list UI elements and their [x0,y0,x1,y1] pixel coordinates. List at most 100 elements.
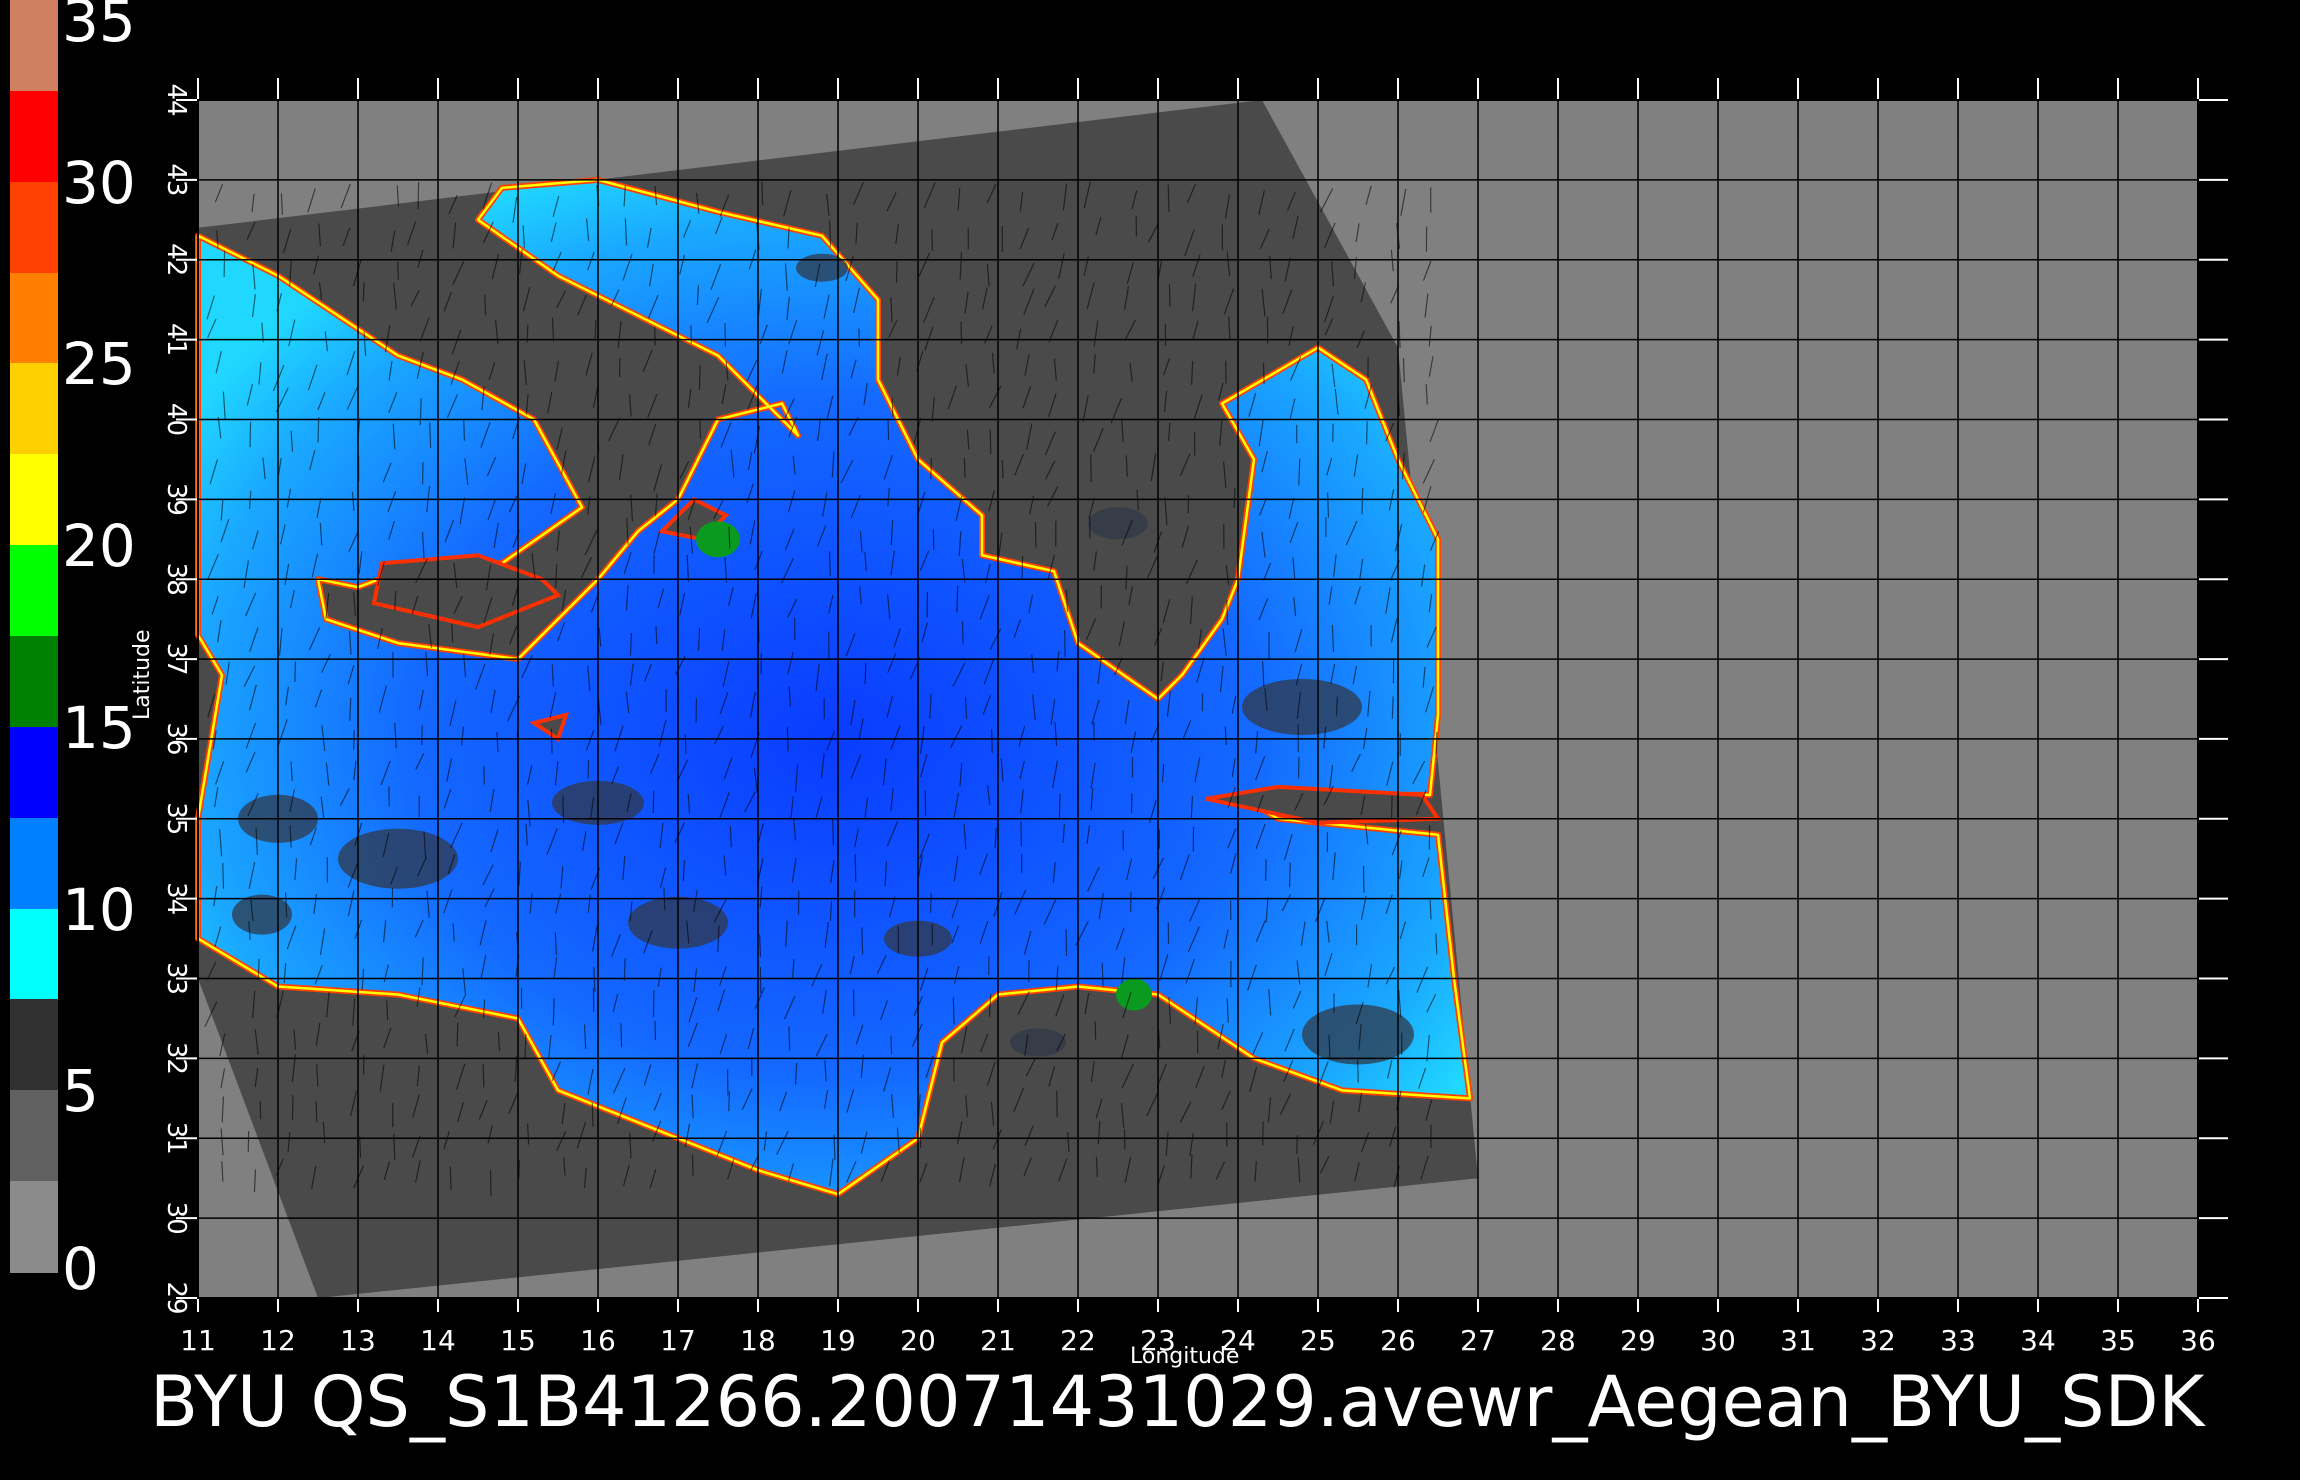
wind-vector [895,261,898,283]
wind-vector [1101,963,1104,987]
wind-vector [1021,555,1024,580]
low-wind-patch [1302,1004,1414,1065]
wind-vector [449,1166,452,1190]
wind-vector [887,420,890,441]
wind-vector [620,1023,623,1048]
wind-vector [623,958,626,981]
image-title: BYU QS_S1B41266.20071431029.avewr_Aegean… [150,1361,2205,1443]
wind-vector [858,328,861,347]
x-tick-label: 27 [1460,1324,1496,1357]
low-wind-patch [796,253,848,282]
wind-vector [952,997,955,1025]
x-tick-label: 25 [1300,1324,1336,1357]
low-wind-patch [1088,507,1148,540]
low-wind-patch [232,894,292,935]
y-tick-label: 39 [161,483,191,516]
wind-vector [482,1064,485,1088]
wind-vector [594,319,597,339]
x-tick-label: 34 [2020,1324,2056,1357]
low-wind-patch [338,828,458,889]
wind-vector [989,429,992,454]
x-tick-label: 36 [2180,1324,2216,1357]
wind-vector [728,1091,731,1112]
wind-vector [1288,862,1291,888]
wind-vector [691,1154,694,1176]
x-tick-label: 12 [260,1324,296,1357]
y-tick-label: 37 [161,643,191,676]
wind-vector [652,790,655,814]
wind-vector [1402,358,1405,383]
wind-vector [1001,460,1004,479]
wind-vector [684,734,687,754]
wind-vector [991,729,993,753]
wind-vector [655,625,658,645]
wind-vector [1327,492,1330,518]
wind-vector [698,364,701,391]
wind-vector [932,528,935,550]
wind-vector [956,585,959,613]
y-tick-label: 43 [161,163,191,196]
y-tick-label: 42 [161,243,191,276]
wind-speed-map: 11 12 13 14 15 16 17 18 19 20 21 22 23 24 25 26 27 28 29 30… [161,78,2228,1357]
wind-vector [315,1100,318,1123]
x-tick-label: 20 [900,1324,936,1357]
low-wind-patch [1010,1028,1066,1057]
wind-vector [1034,521,1037,548]
wind-vector [1366,421,1368,445]
wind-vector [456,1022,459,1047]
wind-vector [294,661,297,682]
x-tick-label: 32 [1860,1324,1896,1357]
y-tick-label: 35 [161,802,191,835]
wind-vector [1435,732,1438,755]
wind-vector [550,728,553,754]
wind-vector [362,282,365,301]
x-tick-label: 31 [1780,1324,1816,1357]
y-tick-label: 44 [161,83,191,116]
wind-vector [890,1035,893,1055]
wind-vector [417,182,420,210]
wind-vector [961,621,964,644]
y-tick-label: 32 [161,1042,191,1075]
wind-vector [960,321,963,345]
wind-vector [963,457,966,478]
wind-vector [1435,933,1438,955]
x-tick-label: 30 [1700,1324,1736,1357]
low-wind-patch [1242,678,1362,735]
wind-vector [1226,599,1229,626]
wind-vector [524,1033,527,1058]
x-tick-label: 33 [1940,1324,1976,1357]
wind-vector [1065,929,1068,957]
wind-vector [489,1170,492,1197]
y-axis-label: Latitude [130,629,155,720]
wind-vector [396,261,400,280]
wind-vector [929,892,932,913]
wind-vector [1429,899,1432,920]
y-tick-label: 33 [161,962,191,995]
x-tick-label: 17 [660,1324,696,1357]
wind-vector [864,663,867,684]
wind-vector [930,457,932,480]
x-tick-label: 13 [340,1324,376,1357]
wind-vector [652,989,655,1018]
y-tick-label: 29 [161,1281,191,1314]
wind-vector [699,418,702,439]
y-tick-label: 30 [161,1202,191,1235]
wind-vector [518,1159,521,1179]
x-tick-label: 26 [1380,1324,1416,1357]
wind-vector [421,725,423,745]
y-tick-label: 41 [161,323,191,356]
wind-vector [1390,795,1393,818]
y-tick-label: 40 [161,403,191,436]
wind-vector [1167,184,1170,212]
moderate-wind-patch [696,521,740,558]
wind-vector [463,420,466,441]
wind-vector [653,326,656,346]
x-tick-label: 14 [420,1324,456,1357]
y-tick-label: 31 [161,1122,191,1155]
wind-vector [1265,859,1267,881]
y-tick-label: 38 [161,563,191,596]
x-tick-label: 29 [1620,1324,1656,1357]
moderate-wind-patch [1116,978,1152,1011]
wind-vector [854,854,857,882]
x-tick-label: 35 [2100,1324,2136,1357]
